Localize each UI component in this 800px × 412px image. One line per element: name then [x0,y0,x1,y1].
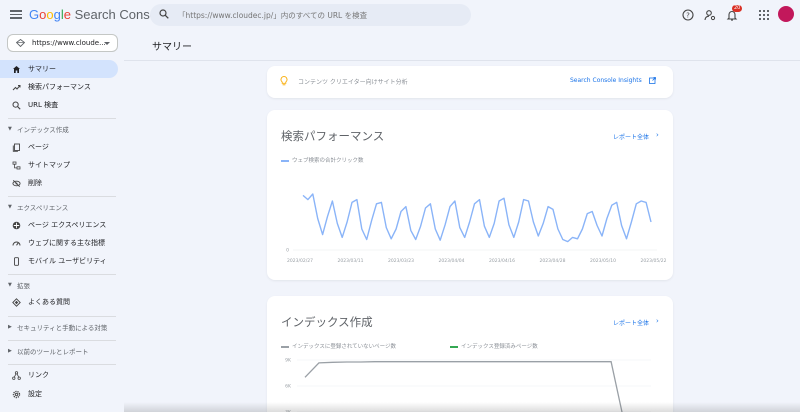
avatar[interactable] [778,6,794,22]
sidebar-item-page-experience[interactable]: ページ エクスペリエンス [0,216,118,234]
y-tick-label: 6K [285,384,292,390]
sidebar-item-removals[interactable]: 削除 [0,174,118,192]
chevron-down-icon: ▼ [8,282,12,288]
links-icon [12,370,21,380]
sidebar-item-label: サイトマップ [28,161,70,169]
sidebar-item-label: リンク [28,371,49,379]
visibility-off-icon [12,179,21,187]
smartphone-icon [14,256,19,266]
indexing-chart: 9K6K3K [285,358,651,412]
indexing-card: インデックス作成 レポート全体 › インデックスに登録されていないページ数 イン… [267,296,673,412]
search-input[interactable] [178,7,466,23]
sidebar: https://www.cloude... サマリー 検索パフォーマンス URL… [0,30,124,412]
speed-icon [12,241,21,246]
x-tick-label: 2023/05/22 [641,258,667,264]
chevron-down-icon: ▼ [8,126,12,132]
insights-description: コンテンツ クリエイター向けサイト分析 [298,79,408,86]
section-label: 拡張 [17,282,30,290]
divider [8,118,116,119]
property-label: https://www.cloude... [32,39,106,47]
insights-link[interactable]: Search Console Insights [570,77,642,84]
menu-icon[interactable] [10,8,22,22]
x-tick-label: 2023/04/16 [489,258,515,264]
manage-accounts-icon[interactable] [704,9,716,21]
section-enhancements[interactable]: ▼ 拡張 [0,278,118,292]
search-icon [159,9,169,19]
notification-count-badge: 20 [732,5,743,12]
open-in-new-icon[interactable] [649,77,656,84]
sidebar-item-summary[interactable]: サマリー [0,60,118,78]
divider [8,196,116,197]
help-icon[interactable]: ? [682,9,694,21]
sidebar-item-links[interactable]: リンク [0,366,118,384]
section-label: 以前のツールとレポート [17,348,89,356]
section-label: セキュリティと手動による対策 [17,324,108,332]
sidebar-item-label: URL 検査 [28,101,59,109]
sidebar-item-label: 削除 [28,179,42,187]
chevron-right-icon: ▶ [8,348,12,354]
sidebar-item-sitemaps[interactable]: サイトマップ [0,156,118,174]
x-tick-label: 2023/03/23 [388,258,414,264]
lightbulb-icon [280,76,288,86]
divider [124,60,800,61]
section-indexing[interactable]: ▼ インデックス作成 [0,122,118,136]
insights-card[interactable]: コンテンツ クリエイター向けサイト分析 Search Console Insig… [267,66,673,98]
gear-icon [12,390,21,398]
divider [8,316,116,317]
sidebar-item-label: ウェブに関する主な指標 [28,239,105,247]
sidebar-item-settings[interactable]: 設定 [0,385,118,403]
sidebar-item-label: サマリー [28,65,56,73]
sidebar-item-performance[interactable]: 検索パフォーマンス [0,78,118,96]
x-tick-label: 2023/03/11 [338,258,364,264]
top-app-bar: Google Search Console ? 20 [0,0,800,30]
section-legacy[interactable]: ▶ 以前のツールとレポート [0,344,118,358]
chevron-down-icon [104,42,110,45]
divider [8,274,116,275]
sidebar-item-label: よくある質問 [28,298,70,306]
sidebar-item-core-web-vitals[interactable]: ウェブに関する主な指標 [0,234,118,252]
series-line-clicks [302,193,652,243]
search-icon [12,101,21,110]
google-wordmark: Google [29,7,71,22]
sidebar-item-mobile-usability[interactable]: モバイル ユーザビリティ [0,252,118,270]
chevron-down-icon: ▼ [8,204,12,210]
page-title: サマリー [152,42,192,53]
sidebar-item-label: 検索パフォーマンス [28,83,91,91]
y-tick-label: 9K [285,358,292,364]
section-experience[interactable]: ▼ エクスペリエンス [0,200,118,214]
trending-up-icon [12,84,21,90]
section-label: インデックス作成 [17,126,69,134]
x-tick-label: 2023/04/28 [540,258,566,264]
sidebar-item-label: ページ [28,143,49,151]
performance-chart: 0 2023/02/27 2023/03/11 2023/03/23 2023/04/0… [286,193,667,264]
divider [8,364,116,365]
x-tick-label: 2023/04/04 [439,258,465,264]
page-experience-icon [12,221,21,229]
svg-text:?: ? [686,11,690,19]
section-security[interactable]: ▶ セキュリティと手動による対策 [0,320,118,334]
diamond-icon [12,297,21,307]
sidebar-item-url-inspection[interactable]: URL 検査 [0,96,118,114]
property-icon [16,39,25,47]
section-label: エクスペリエンス [17,204,69,212]
pages-icon [12,143,20,152]
page-fade [124,402,800,412]
divider [8,340,116,341]
x-tick-label: 2023/02/27 [287,258,313,264]
sitemap-icon [12,161,21,169]
sidebar-item-label: ページ エクスペリエンス [28,221,107,229]
sidebar-item-faq[interactable]: よくある質問 [0,293,118,311]
app-logo[interactable]: Google Search Console [29,7,167,22]
url-inspection-search[interactable] [150,4,471,26]
y-tick-label: 0 [286,248,289,254]
x-tick-label: 2023/05/10 [590,258,616,264]
sidebar-item-pages[interactable]: ページ [0,138,118,156]
property-selector[interactable]: https://www.cloude... [7,34,118,52]
home-icon [13,65,20,73]
apps-icon[interactable] [759,10,769,20]
sidebar-item-label: モバイル ユーザビリティ [28,257,107,265]
sidebar-item-label: 設定 [28,390,42,398]
chevron-right-icon: ▶ [8,324,12,330]
performance-card: 検索パフォーマンス レポート全体 › ウェブ検索の合計クリック数 0 2023/0… [267,110,673,280]
